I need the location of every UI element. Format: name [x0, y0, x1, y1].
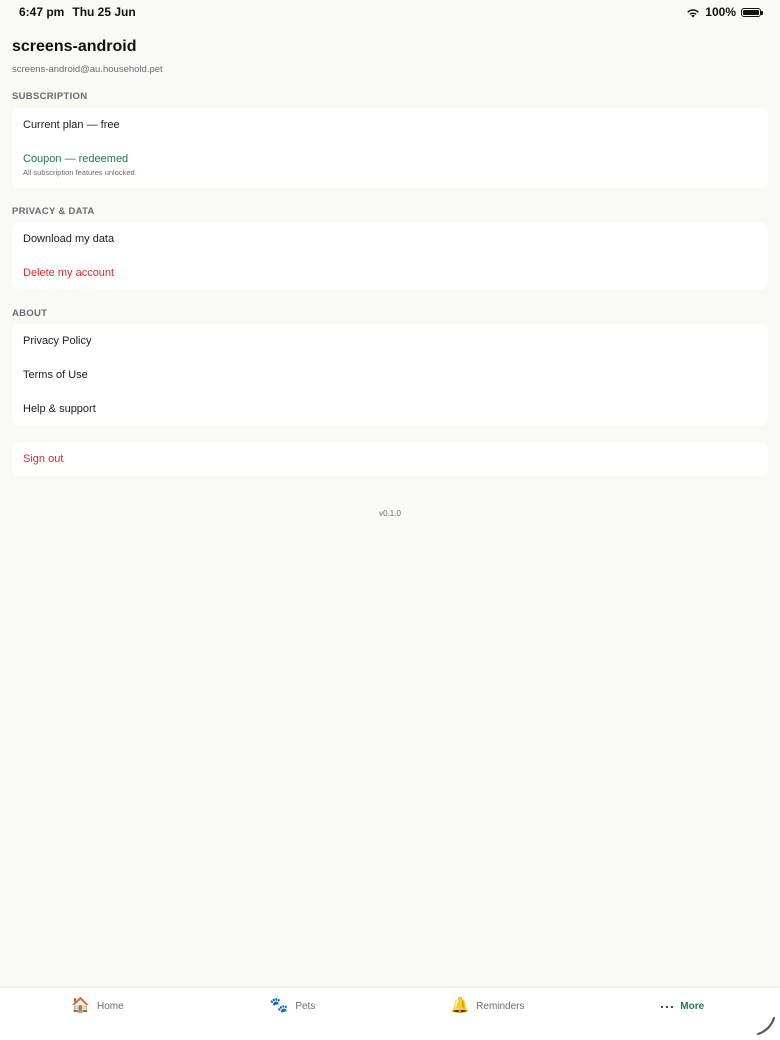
coupon-status: Coupon — redeemed: [23, 153, 129, 165]
tab-bar: 🏠 Home 🐾 Pets 🔔 Reminders More: [0, 987, 780, 1040]
help-support-label: Help & support: [23, 403, 96, 415]
home-icon: 🏠: [71, 997, 90, 1014]
sign-out-button[interactable]: Sign out: [12, 442, 768, 476]
section-title-subscription: SUBSCRIPTION: [12, 91, 88, 102]
more-dots-icon: [660, 999, 674, 1015]
account-card: Sign out: [12, 442, 768, 476]
help-support-row[interactable]: Help & support: [12, 392, 768, 426]
profile-email: screens-android@au.household.pet: [12, 64, 163, 75]
download-data-row[interactable]: Download my data: [12, 222, 768, 256]
delete-account-label: Delete my account: [23, 267, 115, 279]
status-time: 6:47 pm: [19, 5, 65, 19]
tab-reminders[interactable]: 🔔 Reminders: [390, 988, 585, 1040]
current-plan-label: Current plan — free: [23, 119, 120, 131]
status-bar: 6:47 pm Thu 25 Jun 100%: [0, 0, 780, 24]
about-card: Privacy Policy Terms of Use Help & suppo…: [12, 324, 768, 426]
wifi-icon: [687, 8, 700, 17]
profile-header: screens-android screens-android@au.house…: [12, 38, 163, 75]
subscription-card: Current plan — free Coupon — redeemed Al…: [12, 108, 768, 188]
paw-icon: 🐾: [269, 997, 289, 1014]
tab-pets[interactable]: 🐾 Pets: [195, 988, 390, 1040]
terms-label: Terms of Use: [23, 369, 88, 381]
privacy-policy-row[interactable]: Privacy Policy: [12, 324, 768, 358]
tab-home[interactable]: 🏠 Home: [0, 988, 195, 1040]
privacy-policy-label: Privacy Policy: [23, 335, 92, 347]
bell-icon: 🔔: [450, 997, 470, 1014]
tab-home-label: Home: [97, 1001, 124, 1012]
current-plan-row[interactable]: Current plan — free: [12, 108, 768, 142]
terms-row[interactable]: Terms of Use: [12, 358, 768, 392]
profile-name: screens-android: [12, 38, 137, 55]
status-date: Thu 25 Jun: [72, 5, 136, 19]
settings-screen: 6:47 pm Thu 25 Jun 100% screens-android …: [0, 0, 780, 1040]
tab-pets-label: Pets: [295, 1001, 316, 1012]
privacy-card: Download my data Delete my account: [12, 222, 768, 290]
tab-more[interactable]: More: [585, 988, 780, 1040]
coupon-row[interactable]: Coupon — redeemed All subscription featu…: [12, 142, 768, 188]
section-title-privacy: PRIVACY & DATA: [12, 206, 95, 217]
tab-more-label: More: [680, 1001, 705, 1012]
tab-reminders-label: Reminders: [476, 1001, 525, 1012]
battery-percent: 100%: [705, 5, 736, 19]
delete-account-row[interactable]: Delete my account: [12, 256, 768, 290]
sign-out-label: Sign out: [23, 453, 64, 465]
resize-handle-icon: [757, 1017, 775, 1035]
battery-full-icon: [741, 7, 763, 17]
download-data-label: Download my data: [23, 233, 115, 245]
app-version: v0.1.0: [379, 509, 401, 518]
section-title-about: ABOUT: [12, 308, 48, 319]
coupon-note: All subscription features unlocked.: [23, 168, 137, 177]
